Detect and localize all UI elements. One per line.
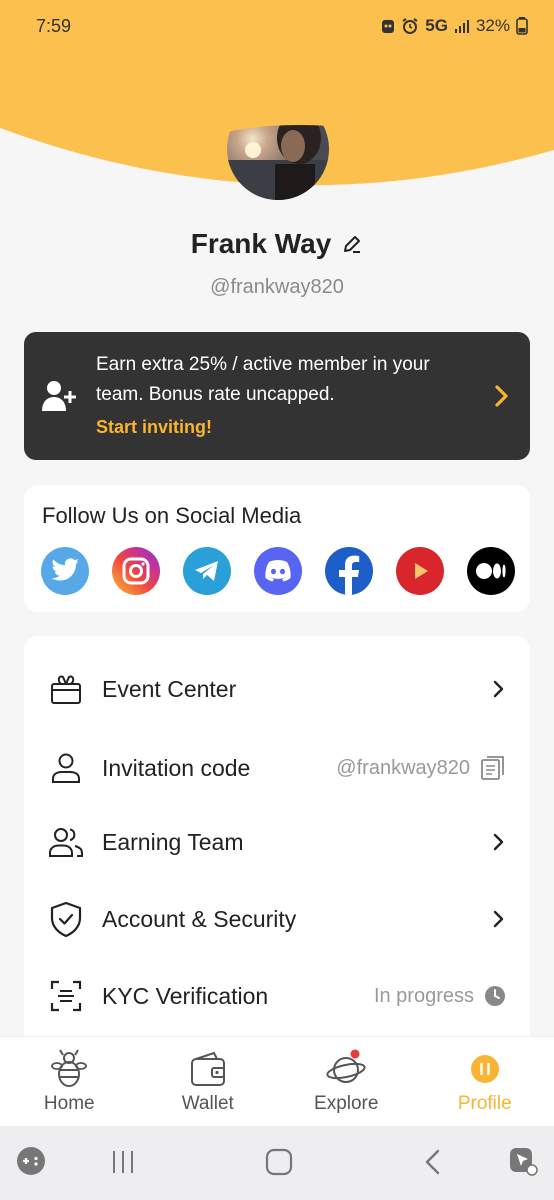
menu-item-kyc-verification[interactable]: KYC Verification In progress bbox=[24, 966, 530, 1026]
nav-profile[interactable]: Profile bbox=[416, 1037, 554, 1126]
add-user-icon bbox=[42, 381, 76, 411]
nav-label: Wallet bbox=[181, 1093, 234, 1114]
facebook-icon[interactable] bbox=[325, 547, 373, 595]
youtube-icon[interactable] bbox=[396, 547, 444, 595]
invite-line-1: Earn extra 25% / active member in your bbox=[96, 354, 430, 375]
menu-label: KYC Verification bbox=[102, 982, 269, 1009]
wallet-icon bbox=[190, 1051, 225, 1086]
nav-label: Profile bbox=[457, 1093, 512, 1114]
bottom-nav: Home Wallet Explore Profile bbox=[0, 1036, 554, 1126]
medium-icon[interactable] bbox=[467, 547, 515, 595]
scan-icon bbox=[48, 978, 84, 1014]
invitation-code-value: @frankway820 bbox=[336, 756, 470, 779]
game-launcher-icon[interactable] bbox=[16, 1146, 46, 1176]
profile-handle: @frankway820 bbox=[210, 276, 344, 298]
network-type: 5G bbox=[425, 16, 448, 35]
settings-menu: Event Center Invitation code @frankway82… bbox=[24, 636, 530, 1036]
avatar[interactable] bbox=[227, 98, 329, 200]
menu-label: Account & Security bbox=[102, 905, 297, 932]
battery-icon bbox=[516, 17, 528, 35]
invite-line-2: team. Bonus rate uncapped. bbox=[96, 384, 335, 405]
menu-item-invitation-code[interactable]: Invitation code @frankway820 bbox=[24, 738, 530, 798]
system-nav-bar bbox=[0, 1126, 554, 1200]
gift-box-icon bbox=[48, 671, 84, 707]
planet-icon bbox=[326, 1049, 366, 1083]
chevron-right-icon bbox=[495, 385, 508, 407]
menu-label: Earning Team bbox=[102, 828, 244, 855]
edit-icon[interactable] bbox=[341, 233, 363, 255]
discord-icon[interactable] bbox=[254, 547, 302, 595]
chevron-right-icon bbox=[493, 680, 504, 698]
signal-icon bbox=[454, 20, 469, 33]
back-icon[interactable] bbox=[423, 1149, 443, 1175]
notification-icon bbox=[382, 20, 395, 33]
shield-check-icon bbox=[48, 901, 84, 937]
social-icons-row bbox=[41, 547, 515, 595]
clock-icon bbox=[485, 986, 505, 1006]
nav-label: Explore bbox=[314, 1093, 379, 1114]
menu-label: Event Center bbox=[102, 675, 237, 702]
status-time: 7:59 bbox=[36, 15, 72, 36]
nav-explore[interactable]: Explore bbox=[277, 1037, 416, 1126]
copy-icon[interactable] bbox=[480, 755, 506, 781]
invite-banner[interactable]: Earn extra 25% / active member in your t… bbox=[24, 332, 530, 460]
social-media-card: Follow Us on Social Media bbox=[24, 485, 530, 612]
telegram-icon[interactable] bbox=[183, 547, 231, 595]
battery-level: 32% bbox=[475, 16, 510, 35]
bee-icon bbox=[51, 1049, 88, 1087]
users-icon bbox=[48, 824, 84, 860]
nav-label: Home bbox=[43, 1093, 95, 1114]
menu-item-event-center[interactable]: Event Center bbox=[24, 659, 530, 719]
social-title: Follow Us on Social Media bbox=[42, 503, 302, 528]
profile-icon bbox=[470, 1055, 499, 1083]
profile-name: Frank Way bbox=[190, 228, 332, 259]
user-icon bbox=[48, 750, 84, 786]
menu-label: Invitation code bbox=[102, 754, 251, 781]
status-bar: 7:59 5G 32% bbox=[0, 0, 554, 52]
chevron-right-icon bbox=[493, 833, 504, 851]
recent-apps-icon[interactable] bbox=[110, 1149, 136, 1175]
profile-name-row: Frank Way bbox=[0, 228, 554, 260]
twitter-icon[interactable] bbox=[41, 547, 89, 595]
menu-item-account-security[interactable]: Account & Security bbox=[24, 889, 530, 949]
menu-item-earning-team[interactable]: Earning Team bbox=[24, 812, 530, 872]
start-inviting-link[interactable]: Start inviting! bbox=[96, 412, 492, 442]
home-button-icon[interactable] bbox=[265, 1148, 293, 1176]
nav-home[interactable]: Home bbox=[0, 1037, 139, 1126]
kyc-status: In progress bbox=[373, 984, 474, 1007]
instagram-icon[interactable] bbox=[112, 547, 160, 595]
accessibility-icon[interactable] bbox=[508, 1146, 538, 1176]
chevron-right-icon bbox=[493, 910, 504, 928]
nav-wallet[interactable]: Wallet bbox=[139, 1037, 278, 1126]
alarm-icon bbox=[402, 18, 418, 34]
